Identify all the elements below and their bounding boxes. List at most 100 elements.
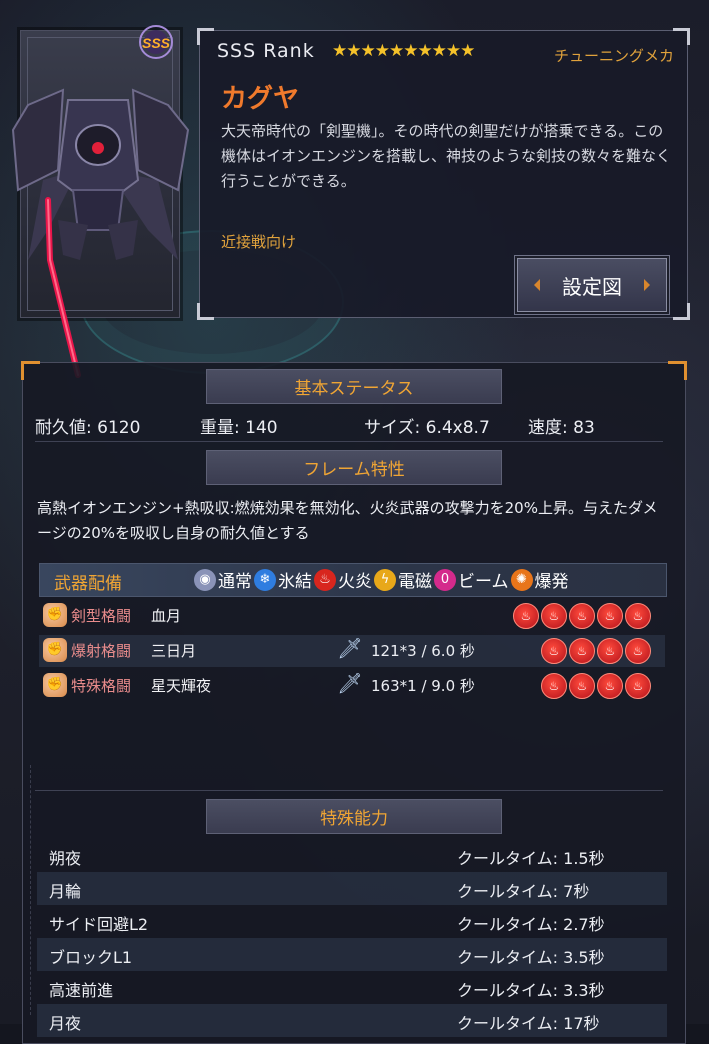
stat-speed: 速度: 83: [528, 413, 595, 438]
ability-name: 高速前進: [49, 981, 114, 1000]
divider: [35, 790, 663, 791]
stat-label: 耐久値:: [35, 418, 92, 438]
panel-corner: [197, 303, 214, 320]
ability-name: 朔夜: [49, 849, 82, 868]
abilities-header: 特殊能力: [206, 799, 502, 834]
weapon-row[interactable]: ✊ 剣型格闘 血月 ♨ ♨ ♨ ♨ ♨: [39, 600, 665, 632]
fist-icon: ✊: [43, 638, 67, 662]
legend-label: 通常: [218, 572, 252, 592]
ability-cooldown: クールタイム: 7秒: [457, 882, 590, 901]
lightning-icon: ϟ: [374, 568, 396, 591]
weapon-name: 星天輝夜: [151, 677, 212, 695]
beam-icon: 0: [434, 568, 456, 591]
sword-icon: 🗡: [337, 636, 363, 660]
legend-label: 氷結: [278, 572, 312, 592]
stat-value: 6.4x8.7: [425, 418, 490, 438]
ability-row[interactable]: 朔夜 クールタイム: 1.5秒: [37, 839, 667, 872]
rank-badge-text: SSS: [142, 35, 171, 51]
panel-corner: [21, 361, 40, 380]
weapon-category: 特殊格闘: [71, 677, 132, 695]
stat-size: サイズ: 6.4x8.7: [364, 413, 490, 438]
legend-normal: ◉ 通常: [194, 567, 252, 592]
fire-element-icon: ♨: [597, 603, 623, 629]
stat-weight: 重量: 140: [200, 413, 278, 438]
legend-electro: ϟ 電磁: [374, 567, 432, 592]
fire-element-icon: ♨: [625, 638, 651, 664]
ice-icon: ❄: [254, 568, 276, 591]
fire-element-icons: ♨ ♨ ♨ ♨: [541, 638, 651, 664]
legend-label: 爆発: [534, 572, 569, 592]
weapons-title: 武器配備: [54, 574, 122, 594]
fire-element-icon: ♨: [597, 673, 623, 699]
fire-element-icon: ♨: [569, 603, 595, 629]
weapon-name: 三日月: [151, 642, 197, 660]
rank-label: SSS Rank: [217, 40, 315, 62]
fire-icon: ♨: [314, 568, 336, 591]
legend-label: ビーム: [458, 572, 509, 592]
unit-name: カグヤ: [221, 84, 300, 114]
stat-value: 140: [245, 418, 278, 438]
abilities-title: 特殊能力: [320, 809, 388, 829]
weapon-row[interactable]: ✊ 爆射格闘 三日月 🗡 121*3 / 6.0 秒 ♨ ♨ ♨ ♨: [39, 635, 665, 667]
panel-scroll-track[interactable]: [30, 765, 35, 1015]
unit-description: 大天帝時代の「剣聖機」。その時代の剣聖だけが搭乗できる。この機体はイオンエンジン…: [221, 122, 672, 190]
fire-element-icons: ♨ ♨ ♨ ♨: [541, 673, 651, 699]
fire-element-icon: ♨: [513, 603, 539, 629]
frame-trait-title: フレーム特性: [303, 460, 405, 480]
ability-row[interactable]: ブロックL1 クールタイム: 3.5秒: [37, 938, 667, 971]
frame-trait-header: フレーム特性: [206, 450, 502, 485]
ability-name: ブロックL1: [49, 948, 133, 967]
legend-fire: ♨ 火炎: [314, 567, 372, 592]
fire-element-icon: ♨: [569, 673, 595, 699]
fire-element-icon: ♨: [541, 603, 567, 629]
stat-label: サイズ:: [364, 418, 421, 438]
divider: [35, 441, 663, 442]
rank-stars: ★★★★★★★★★★: [332, 41, 475, 61]
weapon-category: 爆射格闘: [71, 642, 132, 660]
basic-status-title: 基本ステータス: [294, 379, 414, 399]
ability-row[interactable]: サイド回避L2 クールタイム: 2.7秒: [37, 905, 667, 938]
stat-label: 速度:: [528, 418, 568, 438]
settings-diagram-label: 設定図: [562, 274, 622, 299]
stat-value: 6120: [97, 418, 141, 438]
stat-value: 83: [573, 418, 595, 438]
element-legend: ◉ 通常 ❄ 氷結 ♨ 火炎 ϟ 電磁 0 ビーム ✺ 爆発: [194, 567, 571, 592]
ability-row[interactable]: 高速前進 クールタイム: 3.3秒: [37, 971, 667, 1004]
fire-element-icon: ♨: [625, 673, 651, 699]
fire-element-icon: ♨: [541, 638, 567, 664]
fire-element-icon: ♨: [541, 673, 567, 699]
ability-name: 月夜: [49, 1014, 82, 1033]
sword-icon: 🗡: [337, 671, 363, 695]
stat-durability: 耐久値: 6120: [35, 413, 140, 438]
frame-trait-text: 高熱イオンエンジン+熱吸収:燃焼効果を無効化、火炎武器の攻撃力を20%上昇。与え…: [37, 499, 658, 542]
normal-icon: ◉: [194, 568, 216, 591]
weapon-damage: 121*3 / 6.0 秒: [371, 642, 475, 660]
fist-icon: ✊: [43, 673, 67, 697]
fire-element-icon: ♨: [625, 603, 651, 629]
ability-row[interactable]: 月夜 クールタイム: 17秒: [37, 1004, 667, 1037]
weapon-category: 剣型格闘: [71, 607, 132, 625]
fist-icon: ✊: [43, 603, 67, 627]
legend-beam: 0 ビーム: [434, 567, 509, 592]
legend-label: 火炎: [338, 572, 372, 592]
weapon-row[interactable]: ✊ 特殊格闘 星天輝夜 🗡 163*1 / 9.0 秒 ♨ ♨ ♨ ♨: [39, 670, 665, 702]
explosion-icon: ✺: [510, 568, 533, 591]
ability-row[interactable]: 月輪 クールタイム: 7秒: [37, 872, 667, 905]
panel-corner: [673, 303, 690, 320]
settings-diagram-button[interactable]: 設定図: [517, 258, 667, 312]
fire-element-icon: ♨: [569, 638, 595, 664]
unit-info-panel: SSS Rank ★★★★★★★★★★ チューニングメカ カグヤ 大天帝時代の「…: [197, 28, 690, 320]
unit-role: 近接戦向け: [221, 233, 297, 251]
ability-cooldown: クールタイム: 3.3秒: [457, 981, 605, 1000]
ability-cooldown: クールタイム: 2.7秒: [457, 915, 605, 934]
ability-cooldown: クールタイム: 1.5秒: [457, 849, 605, 868]
sss-rank-badge: SSS: [139, 25, 173, 59]
ability-name: 月輪: [49, 882, 82, 901]
basic-status-header: 基本ステータス: [206, 369, 502, 404]
panel-corner: [668, 361, 687, 380]
legend-explosion: ✺ 爆発: [510, 567, 569, 592]
fire-element-icon: ♨: [597, 638, 623, 664]
weapons-header-bar: 武器配備 ◉ 通常 ❄ 氷結 ♨ 火炎 ϟ 電磁 0 ビーム ✺ 爆発: [39, 563, 667, 597]
mecha-illustration: [11, 88, 190, 378]
ability-cooldown: クールタイム: 3.5秒: [457, 948, 605, 967]
